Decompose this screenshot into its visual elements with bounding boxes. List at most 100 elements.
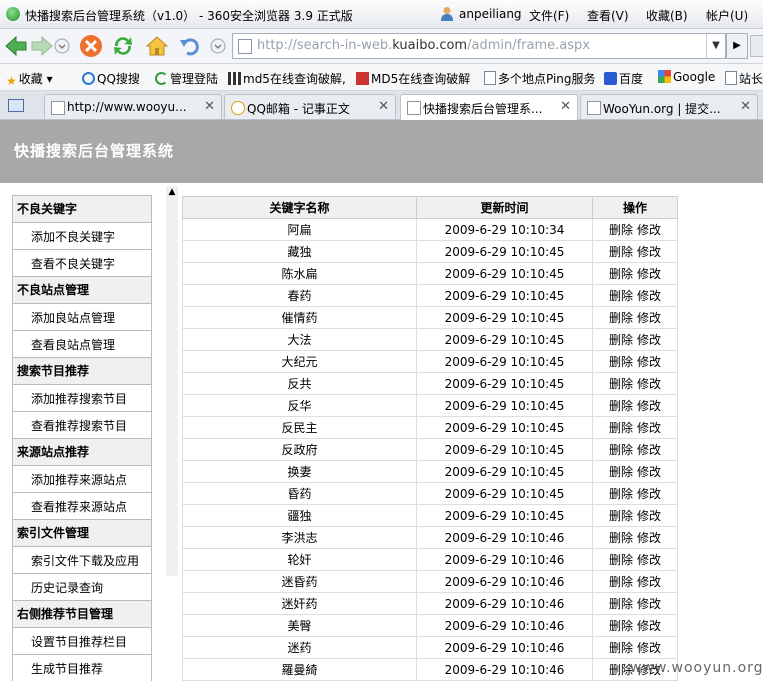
sidebar-item-add-site[interactable]: 添加良站点管理: [12, 303, 152, 330]
edit-link[interactable]: 修改: [637, 465, 661, 479]
sidebar-item-view-sites[interactable]: 查看良站点管理: [12, 330, 152, 357]
edit-link[interactable]: 修改: [637, 443, 661, 457]
frame-scrollbar[interactable]: ▲: [166, 186, 178, 576]
sidebar-item-history-query[interactable]: 历史记录查询: [12, 573, 152, 600]
favorites-menu[interactable]: ★ 收藏 ▾: [6, 70, 53, 88]
close-icon[interactable]: ✕: [378, 99, 389, 114]
edit-link[interactable]: 修改: [637, 597, 661, 611]
delete-link[interactable]: 删除: [609, 223, 633, 237]
history-dropdown-icon[interactable]: [54, 38, 70, 54]
sidebar-item-add-source-site[interactable]: 添加推荐来源站点: [12, 465, 152, 492]
sidebar-item-add-recommend-program[interactable]: 添加推荐搜索节目: [12, 384, 152, 411]
sidebar-section-right-recommend[interactable]: 右侧推荐节目管理: [12, 600, 152, 627]
fav-md5-query-2[interactable]: MD5在线查询破解: [356, 70, 470, 87]
sidebar-item-generate-recommend[interactable]: 生成节目推荐: [12, 654, 152, 681]
fav-admin-login[interactable]: 管理登陆: [155, 70, 218, 87]
edit-link[interactable]: 修改: [637, 223, 661, 237]
fav-ping-service[interactable]: 多个地点Ping服务: [484, 70, 596, 87]
address-url[interactable]: http://search-in-web.kuaibo.com/admin/fr…: [257, 38, 590, 53]
sidebar-section-index-files[interactable]: 索引文件管理: [12, 519, 152, 546]
back-arrow-icon[interactable]: [4, 34, 28, 58]
delete-link[interactable]: 删除: [609, 289, 633, 303]
fav-webmaster[interactable]: 站长: [725, 70, 763, 87]
stop-icon[interactable]: [79, 34, 103, 58]
sidebar-section-source-sites[interactable]: 来源站点推荐: [12, 438, 152, 465]
menu-account[interactable]: 帐户(U): [706, 7, 748, 24]
delete-link[interactable]: 删除: [609, 377, 633, 391]
go-arrow-icon[interactable]: ▶: [726, 33, 748, 59]
delete-link[interactable]: 删除: [609, 443, 633, 457]
tab-wooyun-submit[interactable]: WooYun.org | 提交... ✕: [580, 94, 758, 119]
delete-link[interactable]: 删除: [609, 531, 633, 545]
delete-link[interactable]: 删除: [609, 509, 633, 523]
forward-arrow-icon[interactable]: [30, 34, 54, 58]
edit-link[interactable]: 修改: [637, 289, 661, 303]
tab-kuaibo-admin[interactable]: 快播搜索后台管理系... ✕: [400, 94, 578, 120]
delete-link[interactable]: 删除: [609, 245, 633, 259]
home-icon[interactable]: [145, 34, 169, 58]
undo-icon[interactable]: [178, 34, 202, 58]
menu-view[interactable]: 查看(V): [587, 7, 629, 24]
close-icon[interactable]: ✕: [560, 99, 571, 114]
edit-link[interactable]: 修改: [637, 355, 661, 369]
edit-link[interactable]: 修改: [637, 553, 661, 567]
tab-wooyun-site[interactable]: http://www.wooyu... ✕: [44, 94, 222, 119]
delete-link[interactable]: 删除: [609, 465, 633, 479]
sidebar-item-view-recommend-program[interactable]: 查看推荐搜索节目: [12, 411, 152, 438]
account-name[interactable]: anpeiliang: [459, 7, 522, 21]
sidebar-item-set-recommend-column[interactable]: 设置节目推荐栏目: [12, 627, 152, 654]
update-time-cell: 2009-6-29 10:10:45: [416, 372, 593, 395]
sidebar-section-bad-sites[interactable]: 不良站点管理: [12, 276, 152, 303]
fav-qq-soso[interactable]: QQ搜搜: [82, 70, 140, 87]
delete-link[interactable]: 删除: [609, 267, 633, 281]
fav-baidu[interactable]: 百度: [604, 70, 643, 87]
edit-link[interactable]: 修改: [637, 245, 661, 259]
close-icon[interactable]: ✕: [204, 99, 215, 114]
undo-dropdown-icon[interactable]: [210, 38, 226, 54]
delete-link[interactable]: 删除: [609, 333, 633, 347]
sidebar-item-add-bad-keyword[interactable]: 添加不良关键字: [12, 222, 152, 249]
fav-md5-query-1[interactable]: md5在线查询破解,: [228, 70, 346, 87]
tab-overview-icon[interactable]: [8, 99, 24, 112]
toolbar-extra-button[interactable]: [750, 35, 763, 57]
browser-logo-icon: [6, 7, 20, 21]
scroll-up-arrow-icon[interactable]: ▲: [166, 186, 178, 198]
delete-link[interactable]: 删除: [609, 641, 633, 655]
edit-link[interactable]: 修改: [637, 575, 661, 589]
edit-link[interactable]: 修改: [637, 509, 661, 523]
edit-link[interactable]: 修改: [637, 531, 661, 545]
delete-link[interactable]: 删除: [609, 399, 633, 413]
sidebar-item-view-source-sites[interactable]: 查看推荐来源站点: [12, 492, 152, 519]
page-icon: [725, 71, 737, 85]
tab-qq-mail[interactable]: QQ邮箱 - 记事正文 ✕: [224, 94, 396, 119]
delete-link[interactable]: 删除: [609, 421, 633, 435]
sidebar-item-index-download[interactable]: 索引文件下载及应用: [12, 546, 152, 573]
sidebar-item-view-bad-keywords[interactable]: 查看不良关键字: [12, 249, 152, 276]
close-icon[interactable]: ✕: [740, 99, 751, 114]
edit-link[interactable]: 修改: [637, 377, 661, 391]
delete-link[interactable]: 删除: [609, 355, 633, 369]
edit-link[interactable]: 修改: [637, 333, 661, 347]
delete-link[interactable]: 删除: [609, 311, 633, 325]
delete-link[interactable]: 删除: [609, 619, 633, 633]
edit-link[interactable]: 修改: [637, 619, 661, 633]
delete-link[interactable]: 删除: [609, 597, 633, 611]
address-bar[interactable]: http://search-in-web.kuaibo.com/admin/fr…: [232, 33, 726, 59]
delete-link[interactable]: 删除: [609, 487, 633, 501]
refresh-icon[interactable]: [111, 34, 135, 58]
delete-link[interactable]: 删除: [609, 575, 633, 589]
edit-link[interactable]: 修改: [637, 487, 661, 501]
delete-link[interactable]: 删除: [609, 553, 633, 567]
edit-link[interactable]: 修改: [637, 641, 661, 655]
edit-link[interactable]: 修改: [637, 399, 661, 413]
menu-favorites[interactable]: 收藏(B): [646, 7, 688, 24]
table-row: 藏独 2009-6-29 10:10:45 删除 修改: [182, 240, 678, 263]
address-dropdown-icon[interactable]: ▼: [706, 34, 725, 58]
sidebar-section-bad-keywords[interactable]: 不良关键字: [12, 195, 152, 222]
sidebar-section-search-recommend[interactable]: 搜索节目推荐: [12, 357, 152, 384]
edit-link[interactable]: 修改: [637, 311, 661, 325]
edit-link[interactable]: 修改: [637, 421, 661, 435]
fav-google[interactable]: Google: [658, 70, 715, 84]
menu-file[interactable]: 文件(F): [529, 7, 569, 24]
edit-link[interactable]: 修改: [637, 267, 661, 281]
